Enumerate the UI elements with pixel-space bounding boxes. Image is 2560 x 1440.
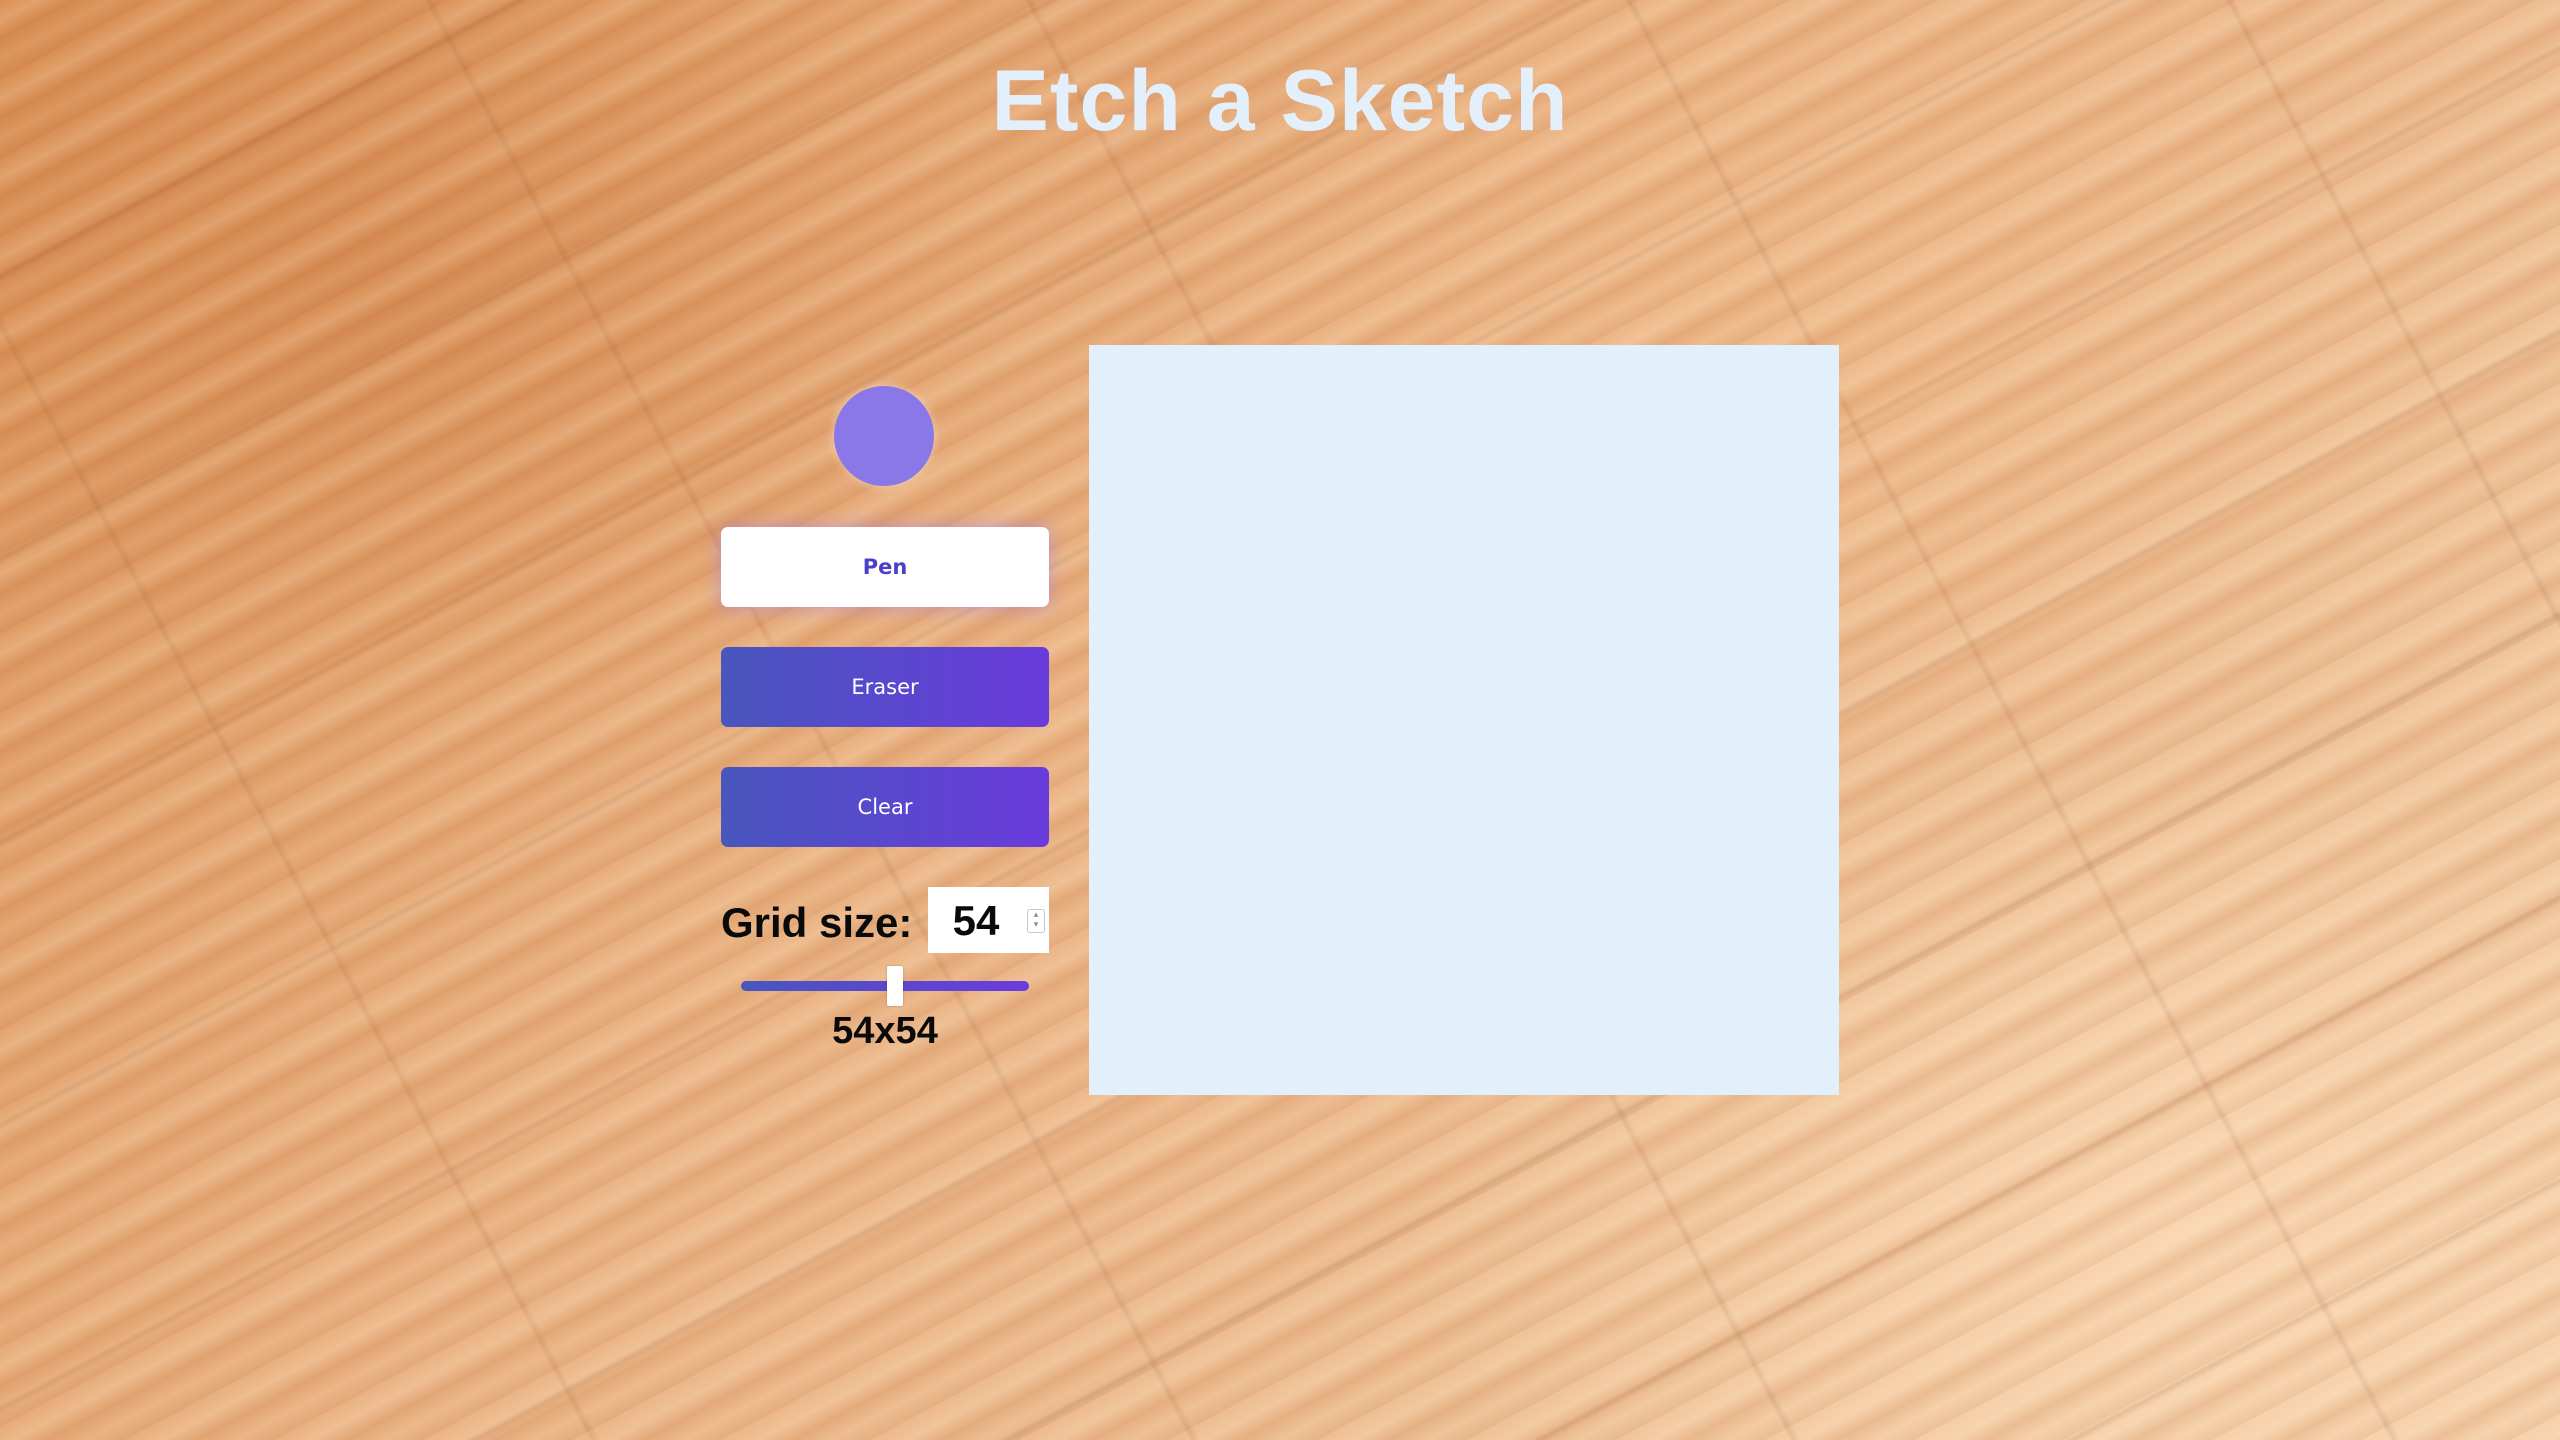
slider-track[interactable] (741, 981, 1029, 991)
eraser-button[interactable]: Eraser (721, 647, 1049, 727)
grid-dimensions-label: 54x54 (832, 1010, 938, 1052)
pen-button[interactable]: Pen (721, 527, 1049, 607)
grid-size-label: Grid size: (721, 899, 913, 946)
grid-size-input-value: 54 (952, 897, 1000, 944)
sketch-canvas[interactable] (1089, 345, 1839, 1095)
spinner-up-icon[interactable]: ▴ (1028, 910, 1044, 920)
color-picker[interactable] (834, 386, 934, 486)
number-spinner[interactable]: ▴ ▾ (1027, 909, 1045, 933)
grid-size-slider[interactable] (741, 966, 1029, 1006)
spinner-down-icon[interactable]: ▾ (1028, 920, 1044, 930)
grid-size-row: Grid size: 54 ▴ ▾ (721, 887, 1049, 953)
grid-size-input[interactable]: 54 ▴ ▾ (928, 887, 1049, 953)
slider-thumb[interactable] (886, 966, 903, 1006)
page-title: Etch a Sketch (991, 53, 1569, 149)
clear-button[interactable]: Clear (721, 767, 1049, 847)
